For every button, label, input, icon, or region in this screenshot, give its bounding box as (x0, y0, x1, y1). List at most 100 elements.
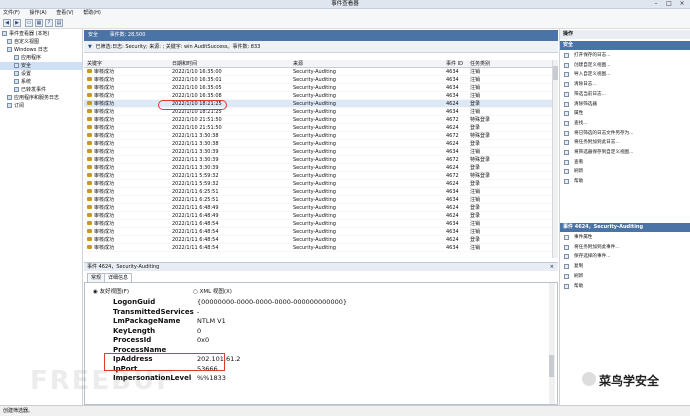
table-row[interactable]: 审核成功 2022/1/11 3:30:38 Security-Auditing 46… (84, 132, 552, 140)
close-detail-icon[interactable]: × (550, 263, 554, 272)
tree-item-subscriptions[interactable]: 订阅 (0, 102, 82, 110)
action-item[interactable]: 复制 (574, 262, 583, 271)
action-item[interactable]: 将任务附加到此事件... (574, 243, 620, 252)
back-icon[interactable]: ◀ (3, 19, 11, 27)
detail-scroll-thumb[interactable] (549, 355, 554, 377)
column-keyword[interactable]: 关键字 (87, 60, 102, 68)
detail-header: 事件 4624，Security-Auditing × (84, 262, 558, 271)
table-row[interactable]: 审核成功 2022/1/11 6:48:49 Security-Auditing 46… (84, 212, 552, 220)
table-row[interactable]: 审核成功 2022/1/10 16:35:01 Security-Auditing 4… (84, 76, 552, 84)
help-icon[interactable]: ? (45, 19, 53, 27)
tree-item-root[interactable]: 事件查看器 (本地) (0, 30, 82, 38)
action-item[interactable]: 打开保存的日志... (574, 51, 611, 60)
column-datetime[interactable]: 日期和时间 (172, 60, 197, 68)
table-row[interactable]: 审核成功 2022/1/10 16:35:08 Security-Auditing 4… (84, 92, 552, 100)
menu-action[interactable]: 操作(A) (29, 9, 46, 18)
cell-source: Security-Auditing (293, 213, 336, 219)
forward-icon[interactable]: ▶ (13, 19, 21, 27)
action-item[interactable]: 创建自定义视图... (574, 61, 611, 70)
console-tree-icon[interactable]: ▦ (35, 19, 43, 27)
tree-item-app-service-logs[interactable]: 应用程序和服务日志 (0, 94, 82, 102)
key-icon (87, 205, 92, 209)
cell-keyword: 审核成功 (87, 244, 114, 252)
tree-item-application[interactable]: 应用程序 (0, 54, 82, 62)
folder-icon (7, 47, 12, 52)
table-row[interactable]: 审核成功 2022/1/11 6:25:51 Security-Auditing 46… (84, 188, 552, 196)
table-row[interactable]: 审核成功 2022/1/11 3:30:39 Security-Auditing 46… (84, 156, 552, 164)
action-item[interactable]: 清除筛选器 (574, 100, 597, 109)
column-source[interactable]: 来源 (293, 60, 303, 68)
action-item[interactable]: 帮助 (574, 177, 583, 186)
maximize-button[interactable]: □ (663, 1, 675, 8)
table-row[interactable]: 审核成功 2022/1/11 3:30:39 Security-Auditing 46… (84, 148, 552, 156)
actions-section-security[interactable]: 安全 (560, 41, 690, 50)
tree-item-windows-logs[interactable]: Windows 日志 (0, 46, 82, 54)
action-item[interactable]: 刷新 (574, 272, 583, 281)
action-item[interactable]: 清除日志... (574, 80, 597, 89)
grid-scrollbar[interactable] (552, 60, 558, 258)
action-item[interactable]: 查找... (574, 119, 588, 128)
cell-event-id: 4672 (446, 157, 459, 163)
cell-datetime: 2022/1/11 3:30:38 (172, 141, 219, 147)
action-icon (564, 150, 569, 155)
table-row[interactable]: 审核成功 2022/1/11 3:30:38 Security-Auditing 46… (84, 140, 552, 148)
cell-datetime: 2022/1/10 21:51:50 (172, 117, 222, 123)
action-item[interactable]: 将筛选器保存到自定义视图... (574, 148, 634, 157)
actions-section-event[interactable]: 事件 4624，Security-Auditing (560, 223, 690, 232)
tab-general[interactable]: 常规 (87, 273, 106, 282)
tree-item-custom-views[interactable]: 自定义视图 (0, 38, 82, 46)
table-row[interactable]: 审核成功 2022/1/10 16:35:05 Security-Auditing 4… (84, 84, 552, 92)
minimize-button[interactable]: – (650, 1, 662, 8)
key-icon (87, 125, 92, 129)
table-row[interactable]: 审核成功 2022/1/11 5:59:32 Security-Auditing 46… (84, 180, 552, 188)
table-row[interactable]: 审核成功 2022/1/11 6:48:54 Security-Auditing 46… (84, 220, 552, 228)
table-row[interactable]: 审核成功 2022/1/10 16:35:00 Security-Auditing 4… (84, 68, 552, 76)
cell-datetime: 2022/1/10 16:35:05 (172, 85, 222, 91)
xml-view-radio[interactable]: ○ XML 视图(X) (193, 287, 232, 295)
watermark-brand: 菜鸟学安全 (599, 374, 660, 388)
friendly-view-radio[interactable]: ◉ 友好视图(F) (93, 287, 129, 295)
table-row[interactable]: 审核成功 2022/1/11 6:48:49 Security-Auditing 46… (84, 204, 552, 212)
action-pane-icon[interactable]: ▤ (55, 19, 63, 27)
action-item[interactable]: 刷新 (574, 167, 583, 176)
detail-scrollbar[interactable] (549, 283, 555, 404)
action-item[interactable]: 筛选当前日志... (574, 90, 606, 99)
column-task-category[interactable]: 任务类别 (470, 60, 490, 68)
table-row[interactable]: 审核成功 2022/1/10 18:21:25 Security-Auditing 4… (84, 100, 552, 108)
table-row[interactable]: 审核成功 2022/1/11 6:25:51 Security-Auditing 46… (84, 196, 552, 204)
table-row[interactable]: 审核成功 2022/1/10 21:51:50 Security-Auditing 4… (84, 124, 552, 132)
action-item[interactable]: 保存选择的事件... (574, 252, 611, 261)
tree-item-system[interactable]: 系统 (0, 78, 82, 86)
action-item[interactable]: 事件属性 (574, 233, 592, 242)
table-row[interactable]: 审核成功 2022/1/10 21:51:50 Security-Auditing 4… (84, 116, 552, 124)
close-button[interactable]: × (676, 1, 688, 8)
table-row[interactable]: 审核成功 2022/1/11 5:59:32 Security-Auditing 46… (84, 172, 552, 180)
open-folder-icon[interactable]: ▭ (25, 19, 33, 27)
tab-details[interactable]: 详细信息 (104, 273, 133, 282)
menu-file[interactable]: 文件(F) (3, 9, 20, 18)
annotation-ellipse (158, 100, 227, 110)
menu-view[interactable]: 查看(V) (56, 9, 73, 18)
cell-task-category: 注销 (470, 245, 481, 251)
action-item[interactable]: 查看 (574, 158, 583, 167)
action-item[interactable]: 将任务附加到此日志... (574, 138, 620, 147)
menu-help[interactable]: 帮助(H) (83, 9, 101, 18)
table-row[interactable]: 审核成功 2022/1/10 18:21:25 Security-Auditing 4… (84, 108, 552, 116)
table-row[interactable]: 审核成功 2022/1/11 6:48:54 Security-Auditing 46… (84, 244, 552, 252)
scroll-thumb[interactable] (553, 66, 558, 80)
action-item[interactable]: 导入自定义视图... (574, 70, 611, 79)
table-row[interactable]: 审核成功 2022/1/11 6:48:54 Security-Auditing 46… (84, 228, 552, 236)
table-row[interactable]: 审核成功 2022/1/11 6:48:54 Security-Auditing 46… (84, 236, 552, 244)
action-item[interactable]: 将已筛选的日志文件另存为... (574, 129, 634, 138)
tree-item-setup[interactable]: 设置 (0, 70, 82, 78)
table-row[interactable]: 审核成功 2022/1/11 3:30:39 Security-Auditing 46… (84, 164, 552, 172)
action-item[interactable]: 属性 (574, 109, 583, 118)
column-event-id[interactable]: 事件 ID (446, 60, 463, 68)
tree-item-security[interactable]: 安全 (0, 62, 82, 70)
action-icon (564, 120, 569, 126)
key-icon (87, 229, 92, 233)
action-item[interactable]: 帮助 (574, 282, 583, 291)
key-icon (87, 117, 92, 121)
tree-item-forwarded-events[interactable]: 已转发事件 (0, 86, 82, 94)
cell-source: Security-Auditing (293, 157, 336, 163)
